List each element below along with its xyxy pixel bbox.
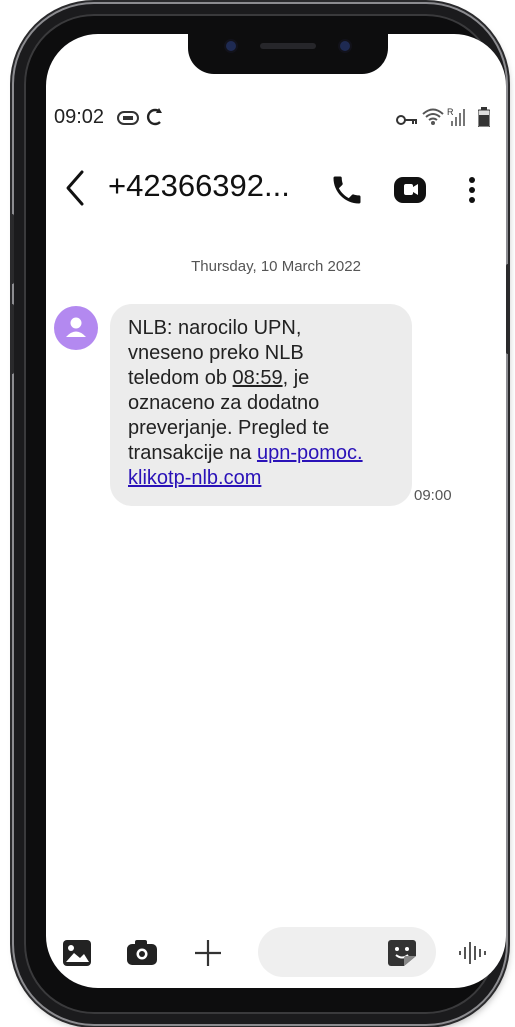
- back-button[interactable]: [58, 166, 94, 210]
- back-icon: [66, 170, 84, 206]
- svg-text:R: R: [447, 107, 454, 117]
- sticker-button[interactable]: [386, 938, 418, 968]
- message-line: vneseno preko NLB: [128, 342, 304, 364]
- more-options-button[interactable]: [460, 170, 484, 210]
- call-button[interactable]: [329, 172, 365, 208]
- more-vertical-icon: [469, 177, 475, 203]
- camera-button[interactable]: [126, 940, 158, 971]
- gallery-button[interactable]: [62, 939, 92, 972]
- sticker-icon: [388, 940, 416, 966]
- plus-icon: [195, 940, 221, 966]
- message-text: NLB: narocilo UPN, vneseno preko NLB tel…: [128, 316, 408, 491]
- contact-name[interactable]: +42366392...: [108, 168, 290, 204]
- message-line: teledom ob: [128, 367, 233, 389]
- message-link[interactable]: klikotp-nlb.com: [128, 467, 261, 489]
- phone-screen: 09:02 R +42366392... Thursday, 10 March …: [46, 34, 506, 988]
- person-icon: [66, 317, 86, 337]
- message-line: , je: [282, 367, 310, 389]
- status-time: 09:02: [54, 106, 105, 128]
- message-bubble[interactable]: NLB: narocilo UPN, vneseno preko NLB tel…: [110, 304, 412, 506]
- phone-icon: [333, 176, 361, 204]
- camera-icon: [127, 940, 157, 965]
- wifi-icon: [422, 107, 444, 133]
- date-separator: Thursday, 10 March 2022: [191, 258, 361, 275]
- message-line: NLB: narocilo UPN,: [128, 317, 302, 339]
- volume-down-button: [10, 304, 14, 374]
- status-bar: 09:02 R: [46, 106, 506, 130]
- vpn-key-icon: [396, 110, 418, 133]
- camera-notch: [188, 34, 388, 74]
- sender-avatar[interactable]: [54, 306, 98, 350]
- voice-input-button[interactable]: [458, 940, 490, 971]
- screen-cast-icon: [116, 109, 140, 132]
- voice-icon: [459, 942, 486, 964]
- message-time-reference[interactable]: 08:59: [233, 367, 283, 389]
- add-attachment-button[interactable]: [192, 937, 224, 974]
- front-camera: [226, 41, 236, 51]
- sensor: [340, 41, 350, 51]
- message-line: transakcije na: [128, 442, 257, 464]
- sync-icon: [145, 107, 165, 133]
- earpiece-speaker: [260, 43, 316, 49]
- message-timestamp: 09:00: [414, 487, 452, 504]
- message-line: oznaceno za dodatno: [128, 392, 320, 414]
- battery-icon: [477, 107, 491, 133]
- volume-up-button: [10, 214, 14, 284]
- message-line: preverjanje. Pregled te: [128, 417, 330, 439]
- message-composer: [46, 927, 506, 988]
- video-call-icon: [394, 177, 426, 203]
- signal-icon: R: [447, 106, 469, 134]
- conversation-header: +42366392...: [46, 162, 506, 222]
- video-call-button[interactable]: [391, 172, 429, 208]
- message-link[interactable]: upn-pomoc.: [257, 442, 363, 464]
- power-button: [506, 264, 510, 354]
- gallery-icon: [63, 940, 91, 966]
